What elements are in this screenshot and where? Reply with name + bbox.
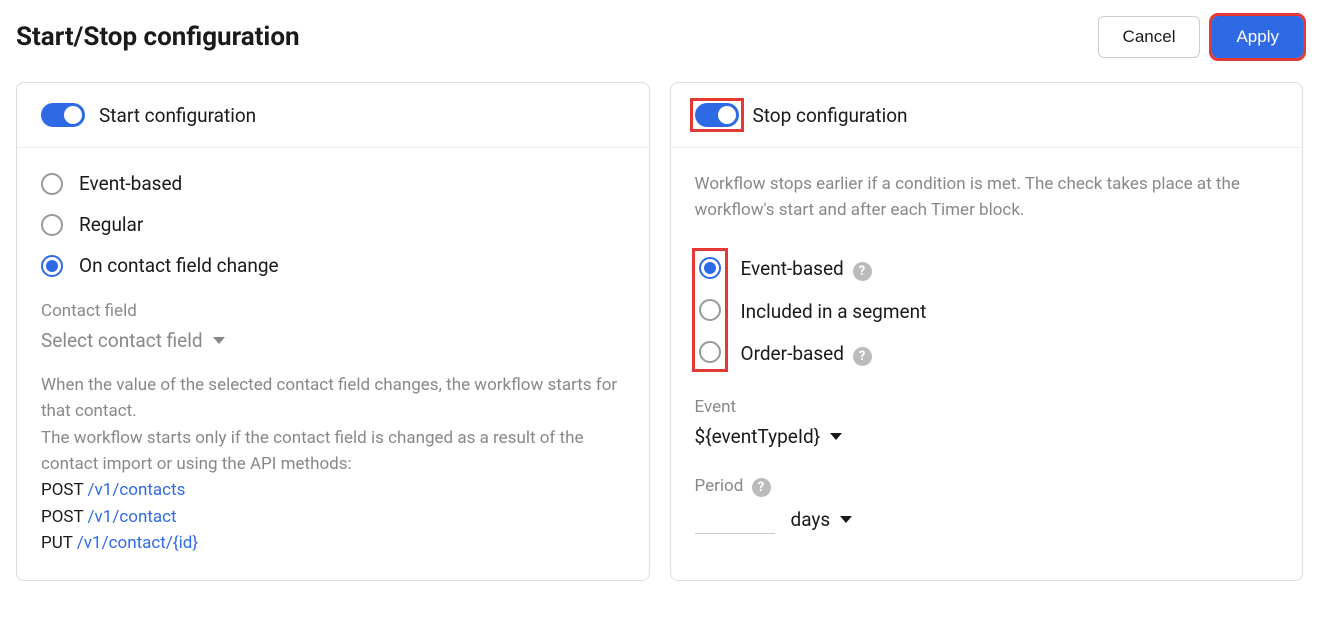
event-label: Event [695,397,1279,417]
start-panel-title: Start configuration [99,104,256,127]
radio-label: Event-based [79,172,182,195]
radio-label: Regular [79,213,143,236]
chevron-down-icon [840,516,852,523]
period-input[interactable] [695,505,775,534]
period-unit: days [791,508,831,531]
stop-toggle[interactable] [695,103,739,127]
event-select[interactable]: ${eventTypeId} [695,425,1279,448]
stop-panel-title: Stop configuration [753,104,908,127]
period-unit-select[interactable]: days [791,508,853,531]
radio-on-contact-field-change[interactable]: On contact field change [41,254,625,277]
radio-circle [41,255,63,277]
start-radio-group: Event-based Regular On contact field cha… [41,172,625,277]
header-buttons: Cancel Apply [1098,16,1303,58]
help-icon[interactable]: ? [853,262,872,281]
contact-field-select[interactable]: Select contact field [41,329,625,352]
contact-field-placeholder: Select contact field [41,329,203,352]
radio-stop-order-based-circle[interactable] [699,341,721,363]
contact-field-label: Contact field [41,301,625,321]
radio-stop-event-based[interactable]: Event-based ? [741,257,927,281]
radio-circle [41,173,63,195]
stop-description: Workflow stops earlier if a condition is… [695,172,1279,223]
period-label: Period ? [695,476,1279,497]
radio-stop-event-based-circle[interactable] [699,257,721,279]
cancel-button[interactable]: Cancel [1098,16,1201,58]
event-value: ${eventTypeId} [695,425,821,448]
radio-label: On contact field change [79,254,279,277]
stop-radio-highlight [695,251,725,369]
start-config-panel: Start configuration Event-based Regular … [16,82,650,581]
apply-button[interactable]: Apply [1212,16,1303,58]
chevron-down-icon [830,433,842,440]
api-link-contacts[interactable]: /v1/contacts [88,480,186,500]
help-icon[interactable]: ? [752,478,771,497]
radio-stop-included-segment-circle[interactable] [699,299,721,321]
start-toggle[interactable] [41,103,85,127]
start-panel-header: Start configuration [17,83,649,148]
page-title: Start/Stop configuration [16,22,300,52]
radio-regular[interactable]: Regular [41,213,625,236]
start-help-text: When the value of the selected contact f… [41,372,625,556]
radio-circle [41,214,63,236]
chevron-down-icon [213,337,225,344]
api-link-contact[interactable]: /v1/contact [88,507,177,527]
radio-event-based[interactable]: Event-based [41,172,625,195]
radio-stop-order-based[interactable]: Order-based ? [741,342,927,366]
radio-stop-included-segment[interactable]: Included in a segment [741,300,927,323]
stop-config-panel: Stop configuration Workflow stops earlie… [670,82,1304,581]
stop-panel-header: Stop configuration [671,83,1303,148]
help-icon[interactable]: ? [853,347,872,366]
api-link-contact-id[interactable]: /v1/contact/{id} [77,533,198,553]
